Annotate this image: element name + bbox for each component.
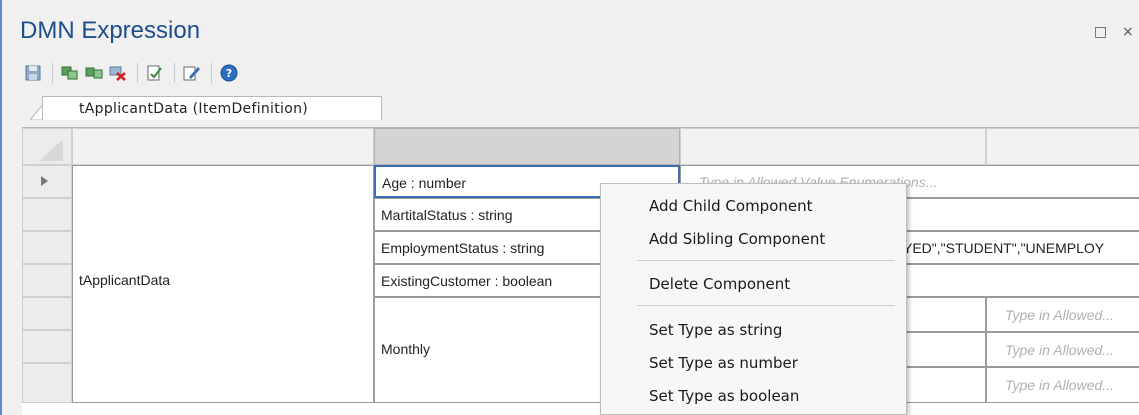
close-button[interactable]: ×: [1122, 24, 1134, 40]
help-icon[interactable]: ?: [218, 62, 240, 84]
row-header[interactable]: [22, 165, 72, 198]
column-header[interactable]: [986, 128, 1139, 165]
save-icon[interactable]: [22, 62, 44, 84]
menu-item-delete-component[interactable]: Delete Component: [649, 275, 790, 293]
svg-text:?: ?: [226, 67, 232, 80]
row-header[interactable]: [22, 231, 72, 264]
menu-item-add-sibling-component[interactable]: Add Sibling Component: [649, 230, 825, 248]
menu-item-set-type-boolean[interactable]: Set Type as boolean: [649, 387, 799, 405]
toolbar-separator: [52, 63, 53, 83]
sub-allowed-values-cell[interactable]: Type in Allowed...: [986, 332, 1139, 367]
edit-icon[interactable]: [181, 62, 203, 84]
validate-icon[interactable]: [144, 62, 166, 84]
menu-item-add-child-component[interactable]: Add Child Component: [649, 197, 813, 215]
add-sibling-icon[interactable]: [83, 62, 105, 84]
toolbar-separator: [137, 63, 138, 83]
dmn-expression-window: DMN Expression □ × ? tApplicantData (Ite…: [0, 0, 1139, 415]
expression-grid: tApplicantData Age : number MartitalStat…: [22, 127, 1139, 415]
grid-corner[interactable]: [22, 128, 72, 165]
row-header[interactable]: [22, 363, 72, 403]
column-header-selected[interactable]: [374, 128, 680, 165]
sub-allowed-values-cell[interactable]: Type in Allowed...: [986, 297, 1139, 332]
context-menu: Add Child Component Add Sibling Componen…: [600, 183, 907, 415]
row-pointer-icon: [41, 176, 48, 186]
column-header[interactable]: [680, 128, 986, 165]
menu-separator: [637, 305, 895, 306]
tab-strip: tApplicantData (ItemDefinition): [22, 93, 1139, 123]
sub-allowed-values-cell[interactable]: Type in Allowed...: [986, 367, 1139, 403]
restore-button[interactable]: □: [1094, 24, 1107, 40]
toolbar-separator: [174, 63, 175, 83]
menu-item-set-type-string[interactable]: Set Type as string: [649, 321, 782, 339]
root-component-cell[interactable]: tApplicantData: [72, 165, 374, 403]
menu-item-set-type-number[interactable]: Set Type as number: [649, 354, 798, 372]
row-header[interactable]: [22, 264, 72, 297]
row-header[interactable]: [22, 198, 72, 231]
add-child-icon[interactable]: [59, 62, 81, 84]
column-header[interactable]: [72, 128, 374, 165]
toolbar: ?: [22, 60, 242, 86]
row-header[interactable]: [22, 330, 72, 363]
row-header[interactable]: [22, 297, 72, 330]
toolbar-separator: [211, 63, 212, 83]
window-title: DMN Expression: [20, 17, 201, 44]
menu-separator: [637, 260, 895, 261]
tab-item-definition[interactable]: tApplicantData (ItemDefinition): [42, 96, 382, 120]
delete-icon[interactable]: [107, 62, 129, 84]
